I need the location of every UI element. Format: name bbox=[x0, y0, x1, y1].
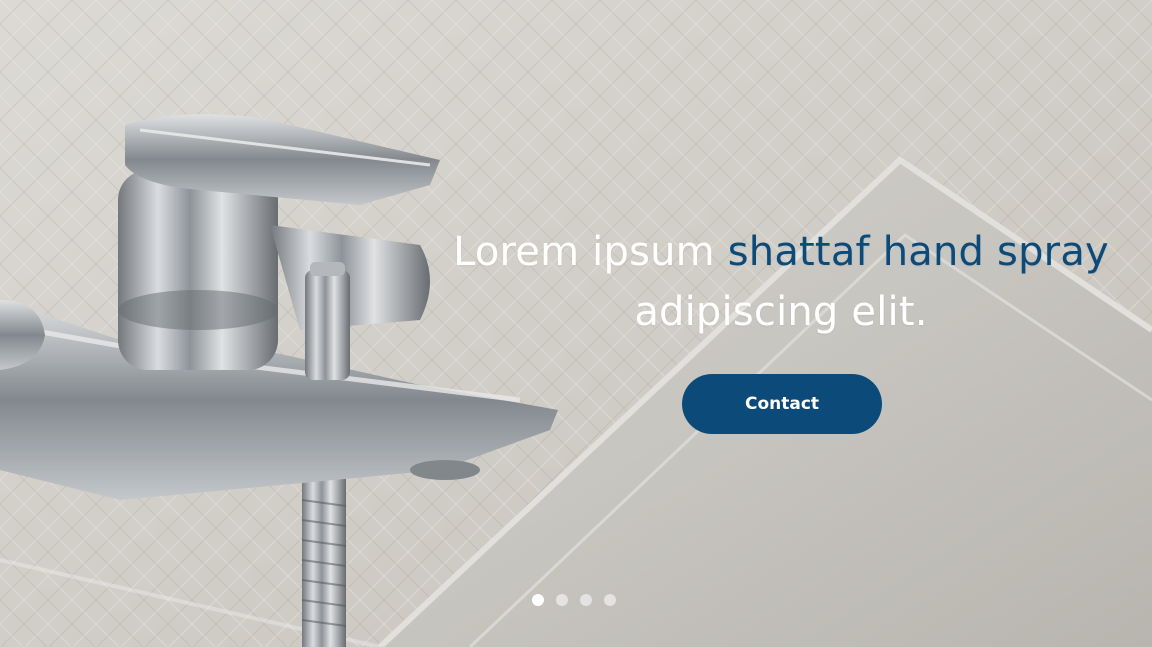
headline-accent-text: shattaf hand spray bbox=[727, 229, 1109, 275]
headline-text-part1: Lorem ipsum bbox=[453, 229, 728, 275]
hero-headline: Lorem ipsum shattaf hand spray adipiscing… bbox=[411, 222, 1151, 342]
slider-dot-1[interactable] bbox=[532, 594, 544, 606]
slider-dot-4[interactable] bbox=[604, 594, 616, 606]
slider-dot-2[interactable] bbox=[556, 594, 568, 606]
hero-banner: Lorem ipsum shattaf hand spray adipiscing… bbox=[0, 0, 1152, 647]
slider-dot-3[interactable] bbox=[580, 594, 592, 606]
headline-text-part2: adipiscing elit. bbox=[634, 289, 928, 335]
contact-button[interactable]: Contact bbox=[682, 374, 882, 434]
hero-content: Lorem ipsum shattaf hand spray adipiscing… bbox=[411, 222, 1151, 342]
slider-pagination bbox=[532, 594, 616, 606]
